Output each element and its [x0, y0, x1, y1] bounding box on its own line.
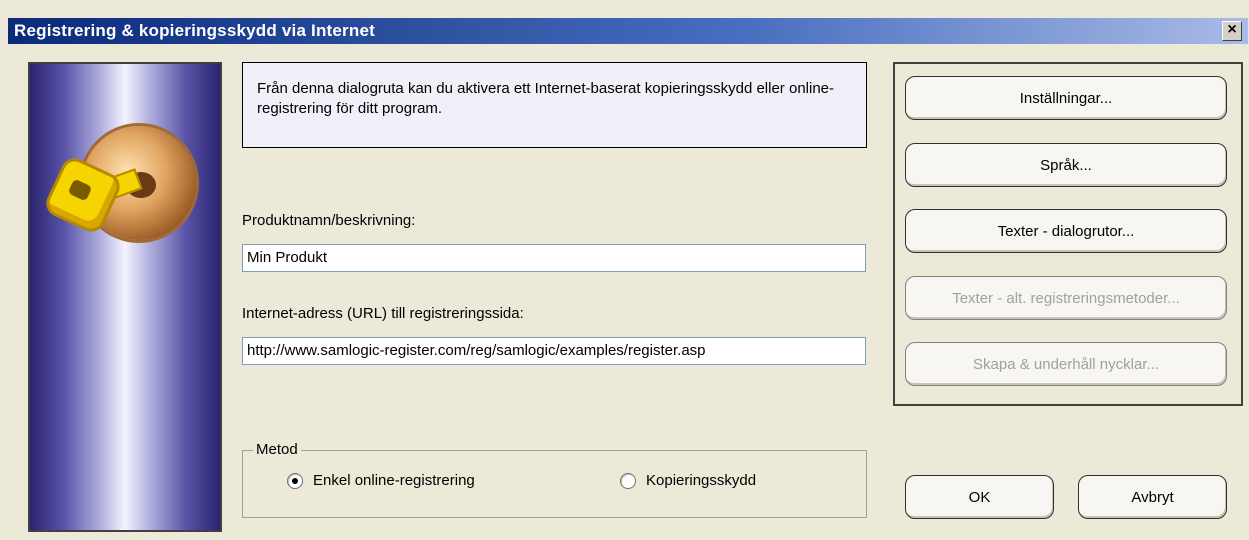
ok-button[interactable]: OK [905, 475, 1054, 519]
info-box: Från denna dialogruta kan du aktivera et… [242, 62, 867, 148]
radio-simple-registration[interactable]: Enkel online-registrering [287, 472, 475, 489]
settings-button[interactable]: Inställningar... [905, 76, 1227, 120]
window-title: Registrering & kopieringsskydd via Inter… [14, 21, 375, 40]
radio-copy-protection[interactable]: Kopieringsskydd [620, 472, 756, 489]
language-button[interactable]: Språk... [905, 143, 1227, 187]
url-label: Internet-adress (URL) till registrerings… [242, 305, 524, 322]
dialog-window: Registrering & kopieringsskydd via Inter… [0, 0, 1249, 540]
side-banner [28, 62, 222, 532]
close-button[interactable]: × [1222, 21, 1242, 41]
cancel-button[interactable]: Avbryt [1078, 475, 1227, 519]
radio-selected-icon [287, 472, 303, 489]
product-label: Produktnamn/beskrivning: [242, 212, 416, 229]
radio-label: Enkel online-registrering [313, 472, 475, 489]
keys-button[interactable]: Skapa & underhåll nycklar... [905, 342, 1227, 386]
title-bar: Registrering & kopieringsskydd via Inter… [8, 18, 1248, 44]
method-group: Metod Enkel online-registrering Kopierin… [242, 441, 867, 518]
radio-label: Kopieringsskydd [646, 472, 757, 489]
alt-texts-button[interactable]: Texter - alt. registreringsmetoder... [905, 276, 1227, 320]
info-text: Från denna dialogruta kan du aktivera et… [257, 80, 835, 117]
method-group-title: Metod [253, 441, 301, 458]
url-field[interactable]: http://www.samlogic-register.com/reg/sam… [242, 337, 866, 365]
product-name-field[interactable]: Min Produkt [242, 244, 866, 272]
radio-unselected-icon [620, 472, 636, 489]
dialog-texts-button[interactable]: Texter - dialogrutor... [905, 209, 1227, 253]
